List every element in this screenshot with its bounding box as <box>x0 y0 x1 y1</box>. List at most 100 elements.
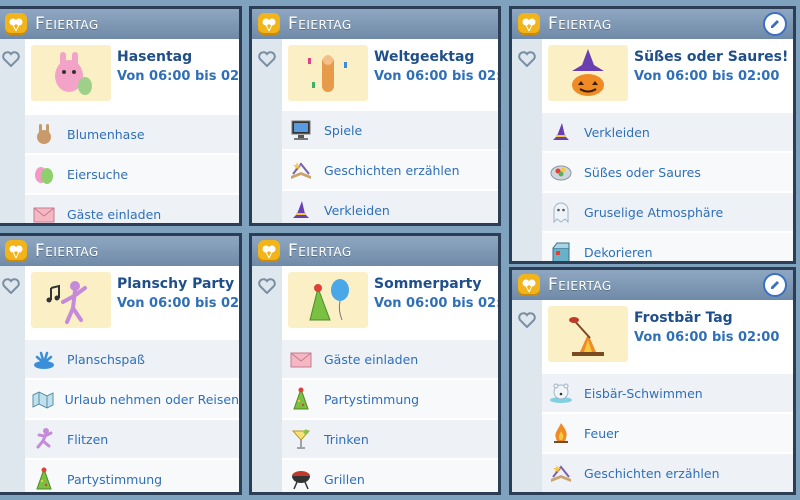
activity-label: Dekorieren <box>584 244 653 260</box>
activity-label: Grillen <box>324 471 365 487</box>
activity-row[interactable]: Partystimmung <box>25 458 239 492</box>
activity-row[interactable]: Eisbär-Schwimmen <box>542 372 793 412</box>
holiday-card-frostbaer-tag[interactable]: Feiertag Frostbär Tag Von 06:00 bis 02:0… <box>509 267 796 495</box>
activity-row[interactable]: Gäste einladen <box>25 193 239 223</box>
holiday-info: Hasentag Von 06:00 bis 02:00 <box>25 39 239 109</box>
activity-label: Spiele <box>324 122 363 138</box>
activity-row[interactable]: Verkleiden <box>282 189 498 223</box>
activity-row[interactable]: Urlaub nehmen oder Reisen <box>25 378 239 418</box>
favorite-heart-icon[interactable] <box>517 49 537 69</box>
witch-hat-icon <box>546 117 576 147</box>
holiday-name: Frostbär Tag <box>634 310 733 326</box>
activity-row[interactable]: Geschichten erzählen <box>282 149 498 189</box>
card-sidebar <box>0 266 25 492</box>
activity-list: Gäste einladen Partystimmung Trinken Gri… <box>282 338 498 492</box>
invitation-icon <box>29 199 59 223</box>
splash-icon <box>29 344 59 374</box>
bunny-icon <box>29 119 59 149</box>
balloons-icon <box>258 13 280 35</box>
activity-list: Verkleiden Süßes oder Saures Gruselige A… <box>542 111 793 261</box>
activity-label: Verkleiden <box>324 202 390 218</box>
holiday-card-hasentag[interactable]: Feiertag Hasentag Von 06:00 bis 02:00 Bl… <box>0 6 242 226</box>
holiday-card-suesses-oder-saures[interactable]: Feiertag Süßes oder Saures! Von 06:00 bi… <box>509 6 796 264</box>
activity-label: Eiersuche <box>67 166 129 182</box>
candy-bowl-icon <box>546 157 576 187</box>
activity-label: Geschichten erzählen <box>324 162 460 178</box>
activity-row[interactable]: Spiele <box>282 109 498 149</box>
card-header: Feiertag <box>252 9 498 39</box>
activity-label: Feuer <box>584 425 619 441</box>
pumpkin-image <box>572 49 604 96</box>
activity-row[interactable]: Planschspaß <box>25 338 239 378</box>
edit-button[interactable] <box>763 12 787 36</box>
favorite-heart-icon[interactable] <box>1 49 21 69</box>
activity-row[interactable]: Gäste einladen <box>282 338 498 378</box>
activity-list: Eisbär-Schwimmen Feuer Geschichten erzäh… <box>542 372 793 492</box>
bunny-image <box>55 52 92 95</box>
cocktail-icon <box>286 424 316 454</box>
activity-row[interactable]: Feuer <box>542 412 793 452</box>
invitation-icon <box>286 344 316 374</box>
activity-row[interactable]: Grillen <box>282 458 498 492</box>
activity-list: Planschspaß Urlaub nehmen oder Reisen Fl… <box>25 338 239 492</box>
holiday-thumbnail <box>288 45 368 101</box>
holiday-thumbnail <box>548 306 628 362</box>
card-header: Feiertag <box>252 236 498 266</box>
card-header: Feiertag <box>0 9 239 39</box>
holiday-name: Süßes oder Saures! <box>634 49 789 65</box>
activity-row[interactable]: Geschichten erzählen <box>542 452 793 492</box>
activity-row[interactable]: Blumenhase <box>25 113 239 153</box>
activity-row[interactable]: Gruselige Atmosphäre <box>542 191 793 231</box>
party-hat-balloon-image <box>309 279 349 321</box>
header-title: Feiertag <box>35 241 99 261</box>
holiday-name: Hasentag <box>117 49 193 65</box>
activity-list: Spiele Geschichten erzählen Verkleiden <box>282 109 498 223</box>
party-hat-icon <box>29 464 59 492</box>
edit-button[interactable] <box>763 273 787 297</box>
polar-bear-icon <box>546 378 576 408</box>
activity-label: Trinken <box>324 431 369 447</box>
card-sidebar <box>512 300 542 492</box>
holiday-name: Planschy Party <box>117 276 235 292</box>
holiday-card-weltgeektag[interactable]: Feiertag Weltgeektag Von 06:00 bis 02:00… <box>249 6 501 226</box>
favorite-heart-icon[interactable] <box>1 276 21 296</box>
egg-icon <box>29 159 59 189</box>
balloons-icon <box>5 240 27 262</box>
activity-list: Blumenhase Eiersuche Gäste einladen <box>25 113 239 223</box>
witch-hat-icon <box>286 195 316 223</box>
activity-row[interactable]: Partystimmung <box>282 378 498 418</box>
activity-label: Flitzen <box>67 431 109 447</box>
activity-row[interactable]: Flitzen <box>25 418 239 458</box>
activity-row[interactable]: Trinken <box>282 418 498 458</box>
holiday-thumbnail <box>548 45 628 101</box>
pencil-icon <box>771 20 779 28</box>
activity-label: Partystimmung <box>67 471 163 487</box>
favorite-heart-icon[interactable] <box>257 49 277 69</box>
holiday-info: Sommerparty Von 06:00 bis 02:00 <box>282 266 498 336</box>
balloons-icon <box>258 240 280 262</box>
activity-label: Geschichten erzählen <box>584 465 720 481</box>
balloons-icon <box>5 13 27 35</box>
header-title: Feiertag <box>35 14 99 34</box>
favorite-heart-icon[interactable] <box>257 276 277 296</box>
activity-row[interactable]: Verkleiden <box>542 111 793 151</box>
activity-label: Eisbär-Schwimmen <box>584 385 703 401</box>
computer-icon <box>286 115 316 145</box>
activity-row[interactable]: Eiersuche <box>25 153 239 193</box>
holiday-info: Weltgeektag Von 06:00 bis 02:00 <box>282 39 498 109</box>
dancing-sim-image <box>46 281 87 324</box>
activity-row[interactable]: Dekorieren <box>542 231 793 261</box>
holiday-info: Süßes oder Saures! Von 06:00 bis 02:00 <box>542 39 793 109</box>
activity-label: Partystimmung <box>324 391 420 407</box>
activity-label: Verkleiden <box>584 124 650 140</box>
holiday-card-sommerparty[interactable]: Feiertag Sommerparty Von 06:00 bis 02:00… <box>249 233 501 495</box>
balloons-icon <box>518 274 540 296</box>
favorite-heart-icon[interactable] <box>517 310 537 330</box>
holiday-card-planschy-party[interactable]: Feiertag Planschy Party Von 06:00 bis 02… <box>0 233 242 495</box>
holiday-info: Planschy Party Von 06:00 bis 02:00 <box>25 266 239 336</box>
card-header: Feiertag <box>0 236 239 266</box>
activity-row[interactable]: Süßes oder Saures <box>542 151 793 191</box>
activity-label: Gäste einladen <box>324 351 419 367</box>
holiday-thumbnail <box>288 272 368 328</box>
activity-label: Gruselige Atmosphäre <box>584 204 724 220</box>
